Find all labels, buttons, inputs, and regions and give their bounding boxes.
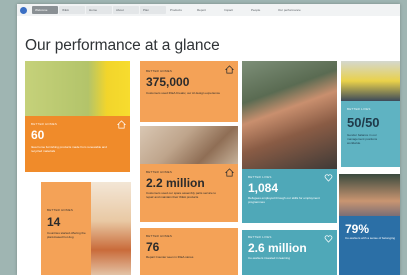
stat-card-14[interactable]: BETTER HOMES 14 Countries started offeri… <box>41 182 131 275</box>
tab-welcome[interactable]: Welcome <box>32 6 58 14</box>
card-label: BETTER HOMES <box>146 234 173 238</box>
room-photo <box>25 61 130 116</box>
card-label: BETTER LIVES <box>347 107 371 111</box>
card-value: 1,084 <box>248 181 279 195</box>
stat-card-50-50[interactable]: BETTER LIVES 50/50 Gender balance in our… <box>341 101 400 167</box>
card-description: Repair Counter seen in IKEA stores <box>146 255 194 259</box>
tab-report[interactable]: Report <box>194 6 220 14</box>
card-description: Ikea home furnishing products made from … <box>31 145 107 153</box>
page-title: Our performance at a glance <box>25 37 220 54</box>
card-value: 60 <box>31 128 45 142</box>
card-description: Customers used IKEA Kreativ, our AI desi… <box>146 91 220 95</box>
people-photo <box>242 61 337 169</box>
tab-people[interactable]: People <box>248 6 274 14</box>
card-label: BETTER HOMES <box>47 208 74 212</box>
card-description: Co-workers invested in learning <box>248 256 291 260</box>
stat-card-375000[interactable]: BETTER HOMES 375,000 Customers used IKEA… <box>140 61 238 122</box>
card-label: BETTER LIVES <box>248 235 272 239</box>
card-label: BETTER HOMES <box>31 122 58 126</box>
workshop-photo <box>140 126 238 164</box>
card-description: Refugees employed through our skills for… <box>248 196 320 204</box>
home-icon <box>117 120 126 129</box>
stat-card-2-2-million[interactable]: BETTER HOMES 2.2 million Customers used … <box>140 164 238 222</box>
card-description: Co-workers with a sense of belonging <box>345 236 396 240</box>
card-label: BETTER HOMES <box>146 69 173 73</box>
hotdog-photo <box>91 182 131 275</box>
card-label: BETTER HOMES <box>146 170 173 174</box>
report-page: Welcome IKEA Home About Plan Products Re… <box>17 4 400 275</box>
card-label: BETTER LIVES <box>248 175 272 179</box>
home-icon <box>225 168 234 177</box>
card-value: 14 <box>47 215 61 229</box>
stat-card-76[interactable]: BETTER HOMES 76 Repair Counter seen in I… <box>140 228 238 275</box>
card-description: Countries started offering the plant-bas… <box>47 231 86 239</box>
tab-about[interactable]: About <box>113 6 139 14</box>
tab-impact[interactable]: Impact <box>221 6 247 14</box>
stat-card-2-6-million[interactable]: BETTER LIVES 2.6 million Co-workers inve… <box>242 230 337 275</box>
card-description: Customers used our spare assembly parts … <box>146 191 217 199</box>
stat-card-1084[interactable]: BETTER LIVES 1,084 Refugees employed thr… <box>242 169 337 223</box>
tab-home[interactable]: Home <box>86 6 112 14</box>
stat-card-79[interactable]: 79% Co-workers with a sense of belonging <box>339 216 400 275</box>
stat-card-60[interactable]: BETTER HOMES 60 Ikea home furnishing pro… <box>25 116 130 172</box>
card-description: Gender balance in our management positio… <box>347 133 378 145</box>
workers-photo <box>341 61 400 101</box>
browser-tab-strip: Welcome IKEA Home About Plan Products Re… <box>17 4 400 16</box>
heart-icon <box>324 235 333 243</box>
tab-products[interactable]: Products <box>167 6 193 14</box>
tab-ikea[interactable]: IKEA <box>59 6 85 14</box>
card-value: 2.2 million <box>146 176 205 190</box>
card-value: 50/50 <box>347 115 380 130</box>
ikea-logo-icon <box>20 6 27 14</box>
heart-icon <box>324 174 333 182</box>
card-value: 79% <box>345 222 370 236</box>
tab-plan[interactable]: Plan <box>140 6 166 14</box>
home-icon <box>225 65 234 74</box>
card-value: 2.6 million <box>248 241 307 255</box>
tab-performance[interactable]: Our performance <box>275 6 304 14</box>
card-value: 375,000 <box>146 75 190 89</box>
card-value: 76 <box>146 240 160 254</box>
